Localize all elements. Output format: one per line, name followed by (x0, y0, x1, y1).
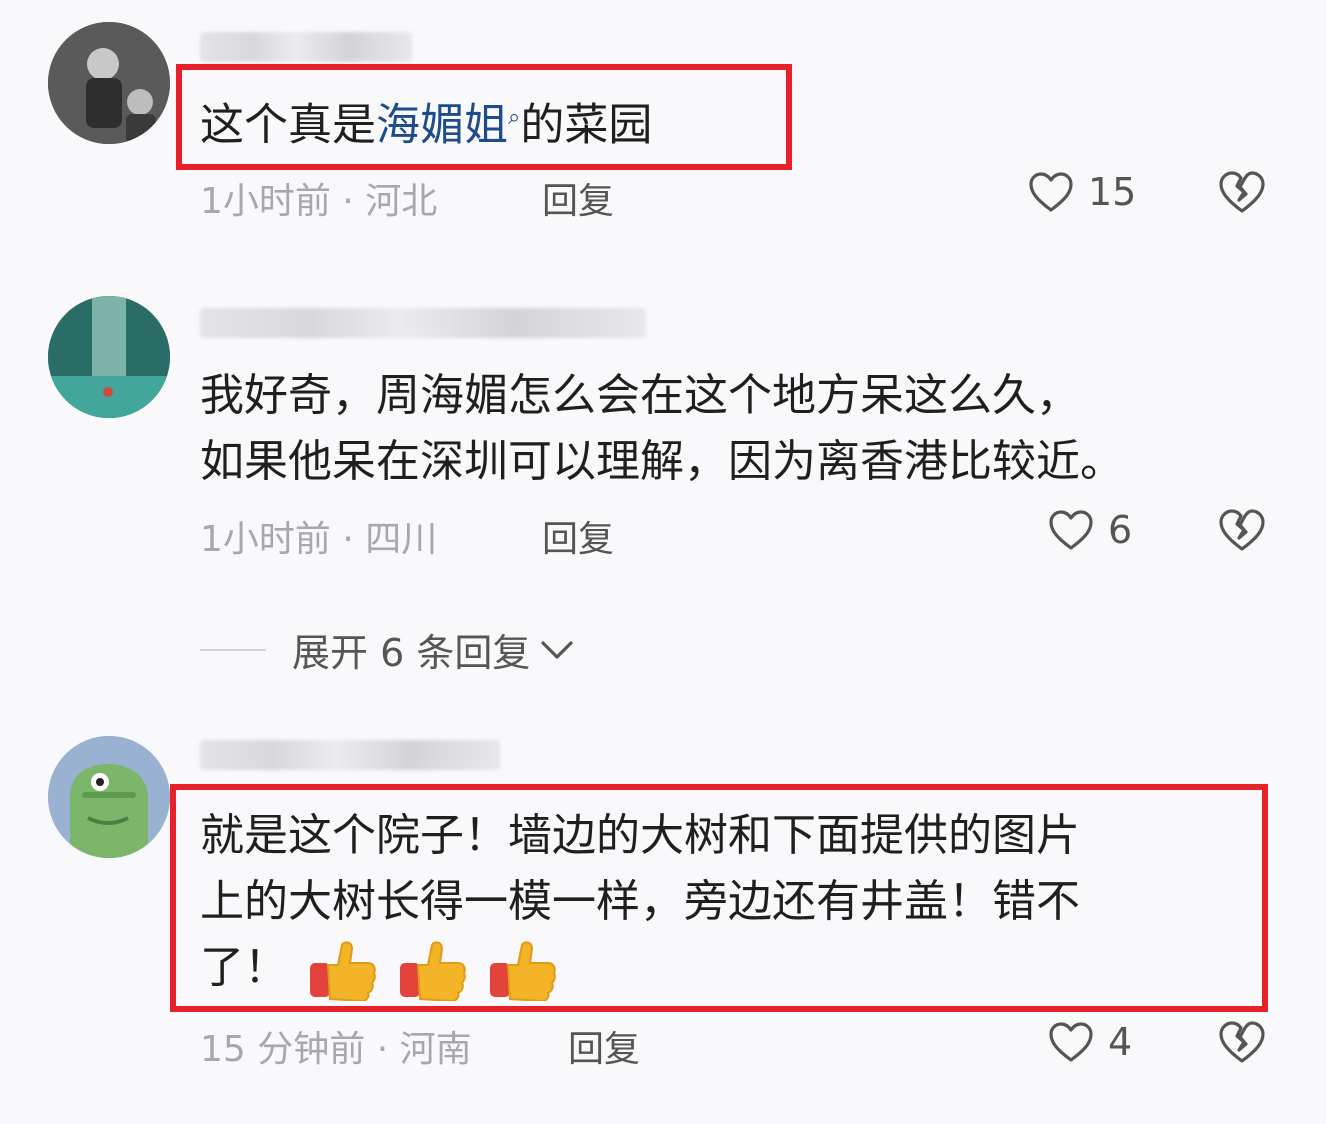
comment-text-line: 就是这个院子！墙边的大树和下面提供的图片 (200, 810, 1080, 861)
dislike-button[interactable] (1218, 1020, 1266, 1064)
comment-text: 这个真是海媚姐⌕的菜园 (200, 99, 653, 151)
like-button[interactable]: 4 (1048, 1020, 1132, 1064)
comment-meta: 1小时前 · 河北 (200, 181, 438, 222)
comment-meta: 1小时前 · 四川 (200, 519, 438, 560)
comment-text-line: 了！ (200, 938, 558, 1001)
like-count: 6 (1108, 508, 1133, 552)
avatar[interactable] (48, 22, 170, 144)
thumbs-up-emoji (310, 941, 376, 1001)
broken-heart-icon (1219, 509, 1265, 551)
reply-button[interactable]: 回复 (542, 510, 614, 562)
thumbs-up-emoji (400, 941, 466, 1001)
like-button[interactable]: 6 (1048, 508, 1132, 552)
reply-button[interactable]: 回复 (568, 1020, 640, 1072)
avatar[interactable] (48, 296, 170, 418)
chevron-down-icon (541, 640, 573, 659)
comment-text-line: 我好奇，周海媚怎么会在这个地方呆这么久， (200, 370, 1080, 421)
like-count: 4 (1108, 1020, 1133, 1064)
comment-text-line: 上的大树长得一模一样，旁边还有井盖！错不 (200, 876, 1080, 927)
dislike-button[interactable] (1218, 508, 1266, 552)
like-button[interactable]: 15 (1028, 170, 1136, 214)
heart-outline-icon (1049, 1022, 1093, 1062)
like-count: 15 (1088, 170, 1137, 214)
username-blurred[interactable] (200, 32, 412, 62)
divider-line (200, 648, 266, 651)
thumbs-up-emoji (490, 941, 556, 1001)
topic-link[interactable]: 海媚姐 (376, 100, 508, 151)
heart-outline-icon (1029, 172, 1073, 212)
broken-heart-icon (1219, 171, 1265, 213)
comment-meta: 15 分钟前 · 河南 (200, 1029, 472, 1070)
username-blurred[interactable] (200, 740, 500, 770)
avatar[interactable] (48, 736, 170, 858)
heart-outline-icon (1049, 510, 1093, 550)
broken-heart-icon (1219, 1021, 1265, 1063)
dislike-button[interactable] (1218, 170, 1266, 214)
username-blurred[interactable] (200, 308, 646, 338)
search-icon[interactable]: ⌕ (508, 105, 520, 130)
expand-replies-button[interactable]: 展开 6 条回复 (200, 622, 574, 677)
expand-replies-label: 展开 6 条回复 (292, 631, 531, 675)
reply-button[interactable]: 回复 (542, 172, 614, 224)
comment-text-line: 如果他呆在深圳可以理解，因为离香港比较近。 (200, 436, 1124, 487)
